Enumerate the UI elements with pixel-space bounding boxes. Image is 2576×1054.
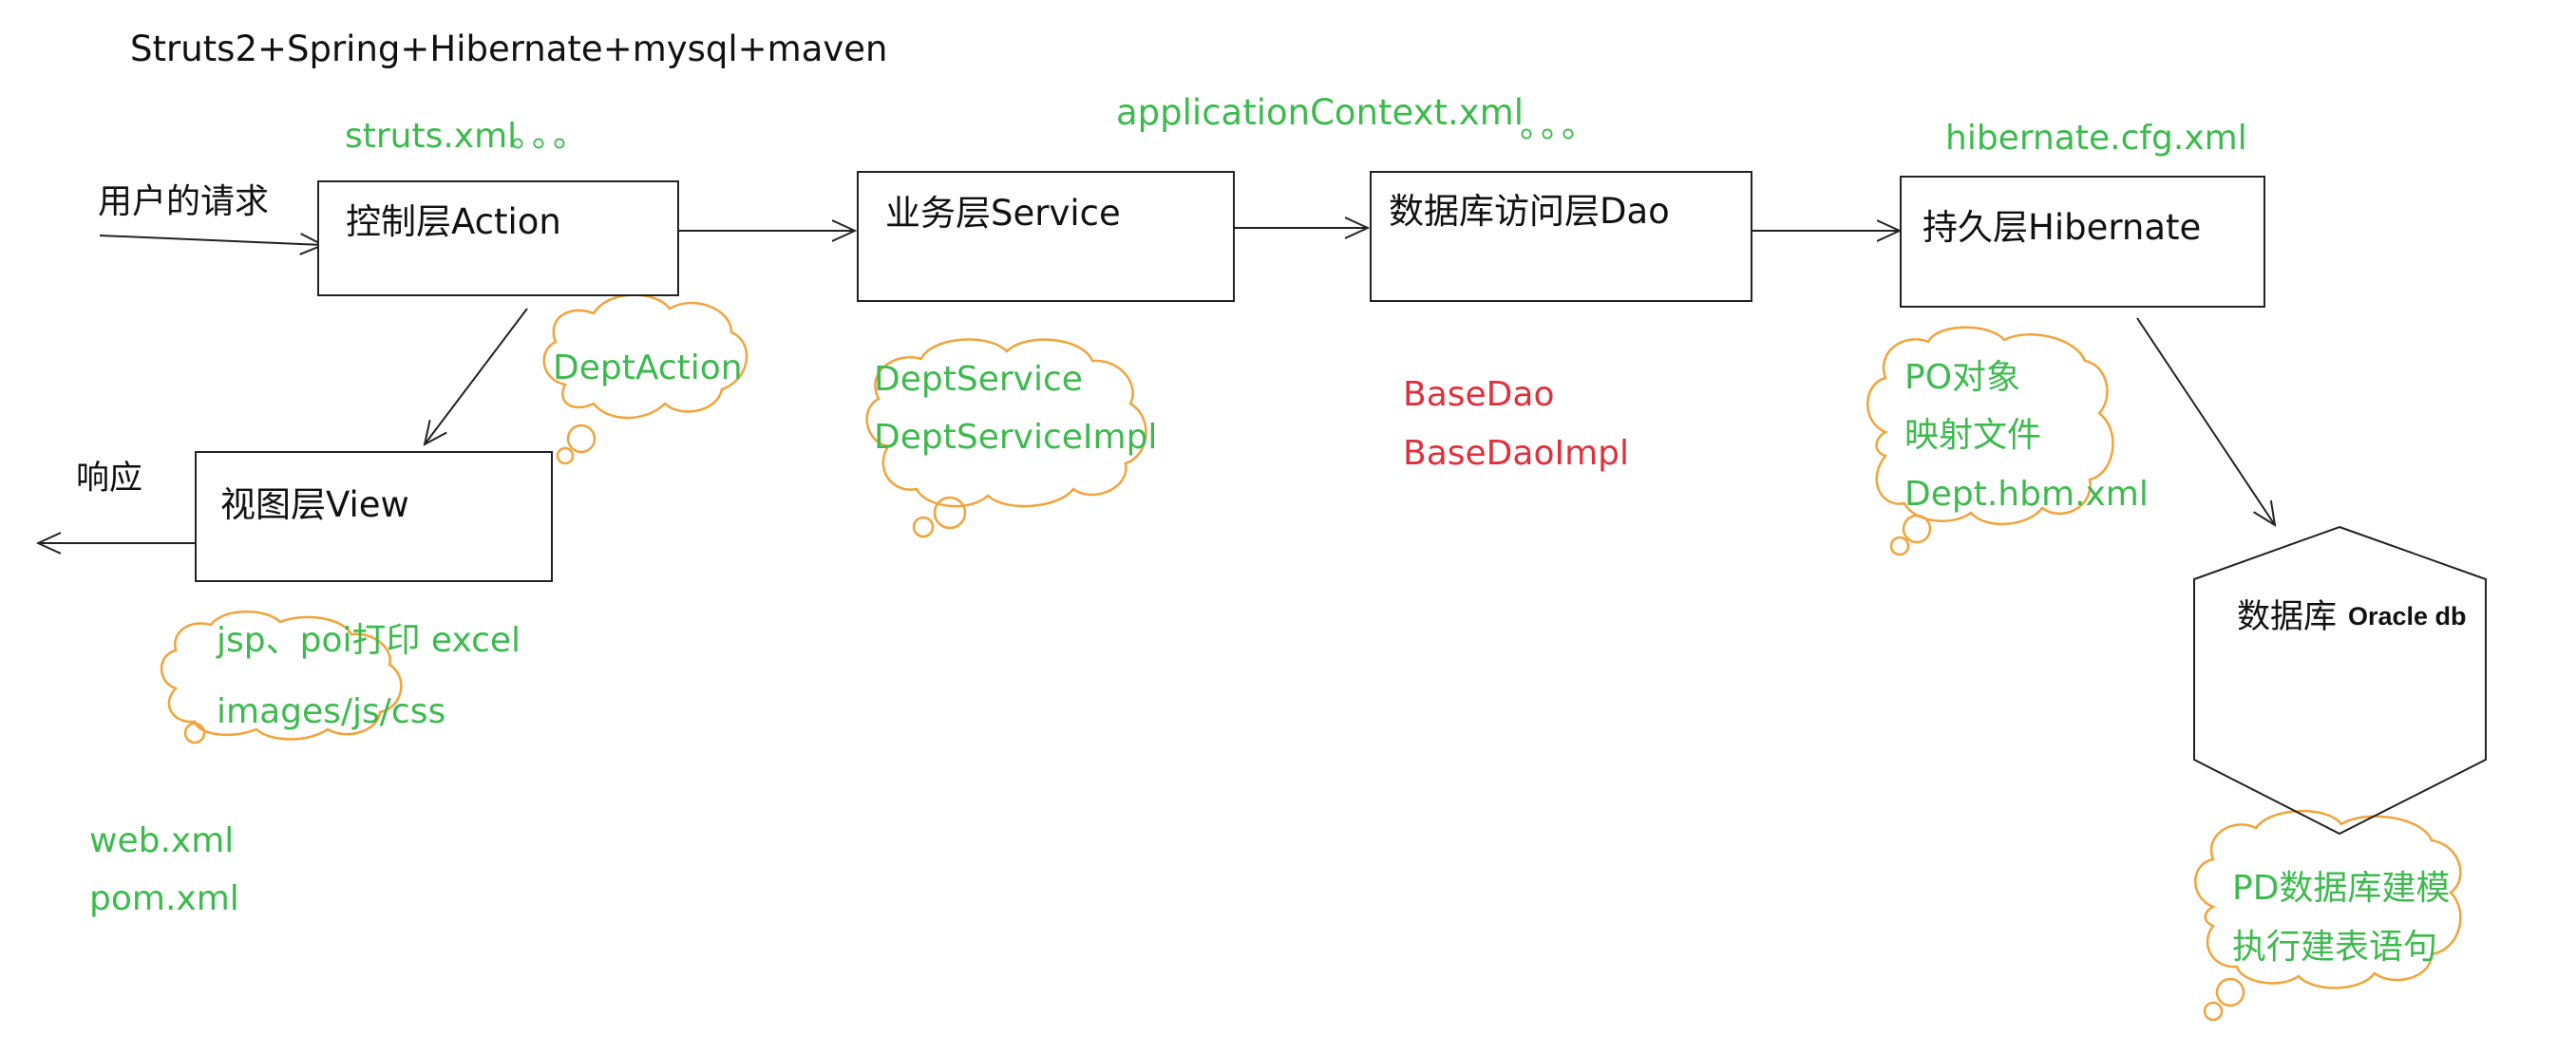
hibernate-label: 持久层Hibernate: [1923, 207, 2202, 248]
service-box: 业务层Service: [857, 171, 1235, 302]
view-assets-label: images/js/css: [217, 692, 446, 731]
request-arrow: [99, 235, 323, 245]
view-label: 视图层View: [220, 484, 409, 525]
struts-dots: 。。。: [511, 116, 592, 155]
arrow-hibernate-db: [2136, 317, 2275, 525]
create-table-label: 执行建表语句: [2232, 928, 2438, 967]
database-sub-label: Oracle db: [2348, 602, 2467, 631]
pom-xml-label: pom.xml: [89, 879, 239, 918]
app-context-label: applicationContext.xml: [1116, 92, 1525, 133]
mapping-file-label: 映射文件: [1904, 416, 2042, 455]
hibernate-cfg-label: hibernate.cfg.xml: [1945, 119, 2247, 158]
database-label: 数据库: [2237, 598, 2338, 636]
view-tech-label: jsp、poi打印 excel: [217, 621, 521, 660]
app-context-dots: 。。。: [1520, 106, 1601, 145]
database-hexagon-outline-vertical: [2193, 525, 2487, 836]
action-label: 控制层Action: [346, 201, 561, 242]
dept-service-label: DeptService: [874, 360, 1083, 399]
dao-label: 数据库访问层Dao: [1389, 191, 1670, 232]
pd-modeling-label: PD数据库建模: [2232, 869, 2451, 908]
database-hexagon-polygon: [2270, 527, 2486, 831]
arrow-action-view: [425, 308, 528, 444]
action-box: 控制层Action: [317, 180, 679, 296]
database-hexagon-true-shape: [2194, 527, 2487, 574]
view-box: 视图层View: [195, 451, 553, 582]
dept-hbm-label: Dept.hbm.xml: [1904, 475, 2149, 514]
dept-service-impl-label: DeptServiceImpl: [874, 418, 1158, 457]
database-hexagon-visible-final: [2194, 527, 2270, 574]
service-label: 业务层Service: [885, 193, 1121, 234]
request-label: 用户的请求: [98, 182, 270, 221]
dept-action-label: DeptAction: [553, 348, 743, 387]
diagram-title: Struts2+Spring+Hibernate+mysql+maven: [130, 28, 888, 69]
base-dao-label: BaseDao: [1403, 375, 1555, 414]
po-object-label: PO对象: [1904, 358, 2021, 397]
web-xml-label: web.xml: [89, 821, 235, 860]
response-label: 响应: [76, 460, 143, 498]
hibernate-box: 持久层Hibernate: [1900, 176, 2265, 308]
dao-box: 数据库访问层Dao: [1370, 171, 1752, 302]
base-dao-impl-label: BaseDaoImpl: [1403, 434, 1630, 473]
struts-xml-label: struts.xml: [345, 117, 518, 156]
